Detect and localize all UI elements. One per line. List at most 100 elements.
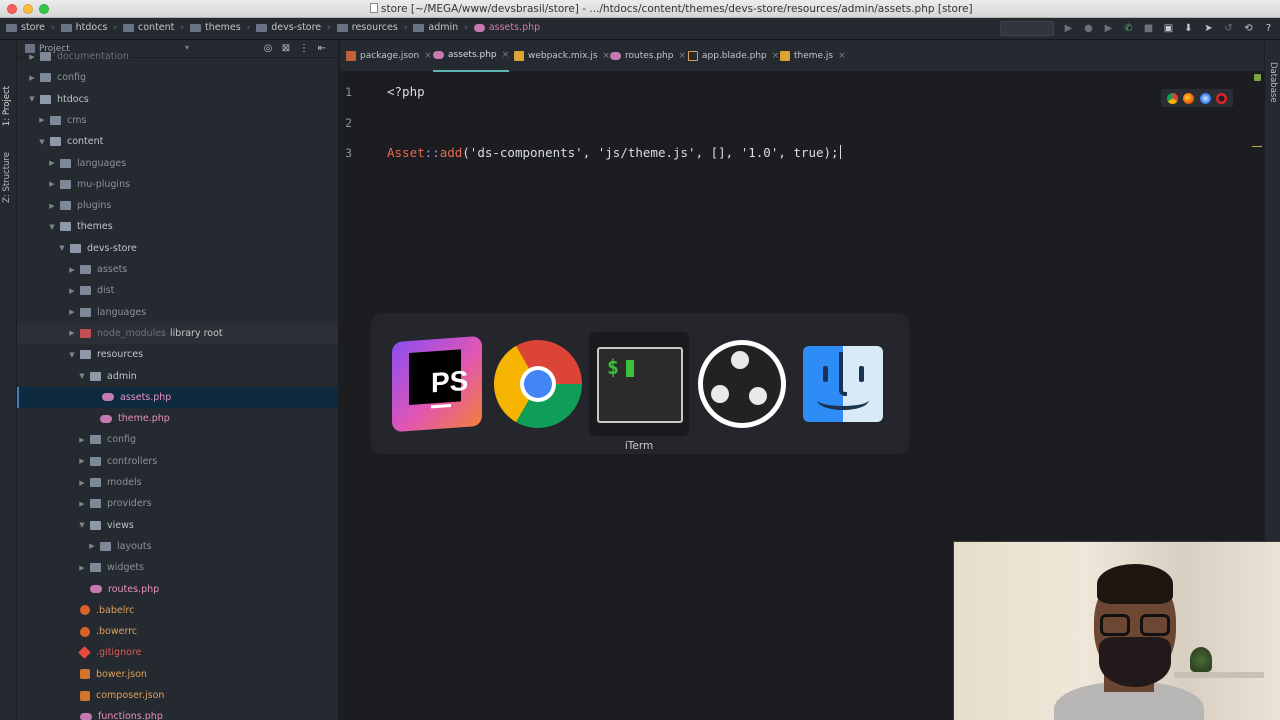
tree-item[interactable]: ▶ cms	[17, 110, 338, 131]
tree-item[interactable]: ▼ htdocs	[17, 89, 338, 110]
coverage-icon[interactable]: ▶	[1103, 23, 1114, 34]
error-stripe-mark[interactable]	[1252, 146, 1262, 147]
close-icon[interactable]: ×	[772, 51, 780, 61]
tree-item[interactable]: ▼ themes	[17, 216, 338, 237]
firefox-icon[interactable]	[1183, 92, 1195, 104]
tree-item[interactable]: .bowerrc	[17, 621, 338, 642]
editor-tab[interactable]: webpack.mix.js ×	[514, 40, 610, 72]
tree-item[interactable]: ▼ resources	[17, 344, 338, 365]
chevron-right-icon[interactable]: ▶	[67, 308, 77, 316]
code-line[interactable]: Asset::add('ds-components', 'js/theme.js…	[387, 145, 841, 160]
chevron-right-icon[interactable]: ▶	[47, 180, 57, 188]
tree-item[interactable]: ▶ config	[17, 429, 338, 450]
database-tool-tab[interactable]: Database	[1268, 62, 1278, 103]
chevron-right-icon[interactable]: ▶	[67, 266, 77, 274]
breadcrumb-item[interactable]: assets.php	[473, 22, 540, 33]
chevron-right-icon[interactable]: ▶	[77, 479, 87, 487]
chevron-right-icon[interactable]: ▶	[27, 53, 37, 61]
stop-icon[interactable]: ■	[1143, 23, 1154, 34]
editor-tab[interactable]: package.json ×	[346, 40, 432, 72]
tree-item[interactable]: ▶ models	[17, 472, 338, 493]
close-icon[interactable]: ×	[424, 51, 432, 61]
close-icon[interactable]: ×	[502, 50, 510, 60]
chevron-right-icon[interactable]: ▶	[77, 500, 87, 508]
chevron-down-icon[interactable]: ▼	[77, 372, 87, 380]
tree-item[interactable]: ▼ views	[17, 515, 338, 536]
close-icon[interactable]: ×	[838, 51, 846, 61]
chevron-right-icon[interactable]: ▶	[47, 202, 57, 210]
chevron-down-icon[interactable]: ▼	[37, 138, 47, 146]
chevron-down-icon[interactable]: ▼	[77, 521, 87, 529]
editor-tab[interactable]: routes.php ×	[610, 40, 686, 72]
chevron-right-icon[interactable]: ▶	[77, 457, 87, 465]
tree-item[interactable]: theme.php	[17, 408, 338, 429]
close-icon[interactable]: ×	[678, 51, 686, 61]
chevron-down-icon[interactable]: ▼	[27, 95, 37, 103]
zoom-window-button[interactable]	[39, 4, 49, 14]
breadcrumb-item[interactable]: themes	[190, 22, 241, 33]
tree-item[interactable]: ▶ layouts	[17, 536, 338, 557]
vcs-update-icon[interactable]: ⬇	[1183, 23, 1194, 34]
project-structure-icon[interactable]: ▣	[1163, 23, 1174, 34]
tree-item[interactable]: .gitignore	[17, 642, 338, 663]
tree-item[interactable]: ▶ controllers	[17, 451, 338, 472]
close-window-button[interactable]	[7, 4, 17, 14]
app-switcher-obs[interactable]	[691, 333, 791, 437]
project-tool-tab[interactable]: 1: Project	[2, 86, 12, 126]
debug-icon[interactable]: ●	[1083, 23, 1094, 34]
breadcrumb-item[interactable]: admin	[413, 22, 458, 33]
safari-icon[interactable]	[1199, 92, 1211, 104]
editor-tab[interactable]: app.blade.php ×	[688, 40, 779, 72]
chrome-icon[interactable]	[1166, 92, 1178, 104]
chevron-right-icon[interactable]: ▶	[87, 542, 97, 550]
tree-item[interactable]: ▼ content	[17, 131, 338, 152]
chevron-right-icon[interactable]: ▶	[67, 329, 77, 337]
chevron-right-icon[interactable]: ▶	[77, 436, 87, 444]
help-icon[interactable]: ?	[1263, 23, 1274, 34]
history-icon[interactable]: ↺	[1223, 23, 1234, 34]
chevron-down-icon[interactable]: ▼	[57, 244, 67, 252]
opera-icon[interactable]	[1216, 92, 1228, 104]
chevron-down-icon[interactable]: ▼	[47, 223, 57, 231]
tree-item[interactable]: composer.json	[17, 685, 338, 706]
tree-item[interactable]: ▶ widgets	[17, 557, 338, 578]
chevron-down-icon[interactable]: ▼	[67, 351, 77, 359]
tree-item[interactable]: bower.json	[17, 664, 338, 685]
tree-item[interactable]: ▶ node_modules library root	[17, 322, 338, 344]
tree-item[interactable]: assets.php	[17, 386, 338, 408]
tree-item[interactable]: ▶ assets	[17, 259, 338, 280]
tree-item[interactable]: ▼ devs-store	[17, 238, 338, 259]
run-configuration-select[interactable]	[1000, 21, 1054, 36]
chevron-right-icon[interactable]: ▶	[67, 287, 77, 295]
chevron-right-icon[interactable]: ▶	[47, 159, 57, 167]
code-line[interactable]: <?php	[387, 84, 425, 99]
app-switcher-chrome[interactable]	[487, 333, 587, 437]
tree-item[interactable]: ▶ config	[17, 67, 338, 88]
app-switcher-finder[interactable]	[793, 333, 893, 437]
tree-item[interactable]: ▶ languages	[17, 302, 338, 323]
breadcrumb-item[interactable]: htdocs	[60, 22, 107, 33]
editor-tab[interactable]: assets.php ×	[433, 40, 510, 72]
app-switcher-iterm[interactable]: $	[589, 332, 689, 436]
tree-item[interactable]: routes.php	[17, 579, 338, 600]
chevron-right-icon[interactable]: ▶	[27, 74, 37, 82]
app-switcher-phpstorm[interactable]: PS	[385, 333, 485, 437]
tree-item[interactable]: ▶ dist	[17, 280, 338, 301]
editor-tab[interactable]: theme.js ×	[780, 40, 846, 72]
chevron-right-icon[interactable]: ▶	[77, 564, 87, 572]
tree-item[interactable]: ▼ admin	[17, 366, 338, 387]
tree-item[interactable]: ▶ languages	[17, 153, 338, 174]
revert-icon[interactable]: ⟲	[1243, 23, 1254, 34]
breadcrumb-item[interactable]: devs-store	[256, 22, 321, 33]
structure-tool-tab[interactable]: Z: Structure	[2, 152, 12, 203]
close-icon[interactable]: ×	[603, 51, 611, 61]
minimize-window-button[interactable]	[23, 4, 33, 14]
tree-item[interactable]: ▶ mu-plugins	[17, 174, 338, 195]
tree-item[interactable]: ▶ providers	[17, 493, 338, 514]
run-icon[interactable]: ▶	[1063, 23, 1074, 34]
tree-item[interactable]: ▶ plugins	[17, 195, 338, 216]
phone-listen-icon[interactable]: ✆	[1123, 23, 1134, 34]
chevron-right-icon[interactable]: ▶	[37, 116, 47, 124]
tree-item[interactable]: functions.php	[17, 706, 338, 720]
breadcrumb-item[interactable]: store	[6, 22, 45, 33]
